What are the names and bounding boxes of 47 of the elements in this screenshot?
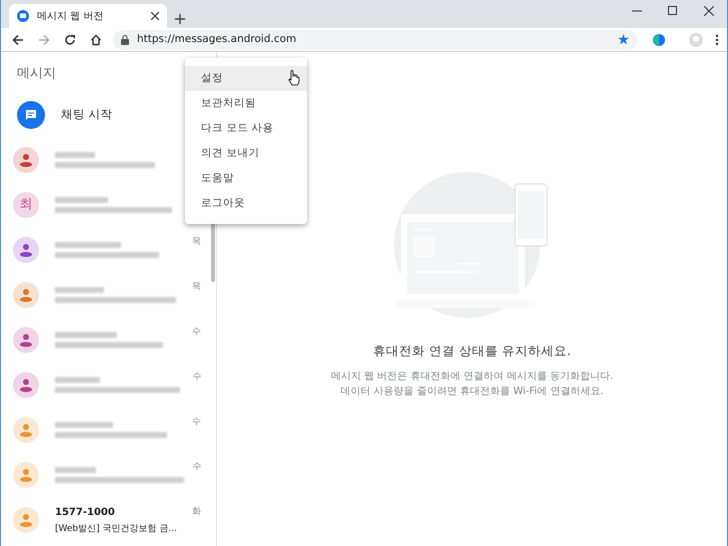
message-date: 수 [192,416,202,428]
hand-cursor-icon [288,70,300,86]
close-icon[interactable] [151,12,159,20]
menu-item[interactable]: 도움말 [185,166,307,191]
menu-icon[interactable] [715,34,719,46]
new-tab-icon[interactable] [175,14,185,24]
message-date: 수 [192,370,202,384]
menu-item[interactable]: 보관처리됨 [185,91,307,116]
message-date: 목 [192,280,202,294]
message-preview: [Web발신] 국민건강보험 금... [55,524,176,536]
menu-item[interactable]: 의견 보내기 [185,141,307,166]
message-date: 목 [192,236,202,248]
menu-item[interactable]: 다크 모드 사용 [185,116,307,141]
start-chat-label[interactable]: 채팅 시작 [61,106,113,124]
empty-state-heading: 휴대전화 연결 상태를 유지하세요. [373,342,571,360]
address-bar[interactable]: https://messages.android.com [113,30,637,50]
description-line: 메시지 웹 버전은 휴대전화에 연결하여 메시지를 동기화합니다. [330,370,614,384]
avatar-initial: 최 [20,196,32,214]
blurred-text [55,467,96,473]
lock-icon [121,34,129,44]
messages-icon [17,10,29,22]
message-date: 수 [192,326,202,338]
tab-title: 메시지 웹 버전 [37,10,104,24]
blurred-text [55,152,95,158]
home-icon[interactable] [90,34,102,46]
message-date: 화 [192,506,202,518]
chat-icon [17,100,45,128]
back-icon[interactable] [12,34,24,46]
close-icon[interactable] [704,6,714,16]
contact-name: 1577-1000 [55,506,116,520]
message-date: 수 [192,460,203,474]
star-icon[interactable] [618,34,629,45]
maximize-icon[interactable] [668,6,678,16]
blurred-text [55,287,104,293]
extension-icon[interactable] [653,34,665,46]
sidebar-title: 메시지 [17,66,56,81]
blurred-text [55,377,100,383]
menu-item[interactable]: 설정 [185,66,307,91]
url-text: https://messages.android.com [137,32,298,47]
description-line: 데이터 사용량을 줄이려면 휴대전화를 Wi-Fi에 연결하세요. [340,384,604,399]
blurred-text [55,332,117,338]
blurred-text [55,197,108,203]
reload-icon[interactable] [64,34,76,46]
blurred-text [55,242,121,248]
menu-item[interactable]: 로그아웃 [185,191,307,216]
browser-tab[interactable]: 메시지 웹 버전 [9,4,167,28]
blurred-text [55,422,113,428]
